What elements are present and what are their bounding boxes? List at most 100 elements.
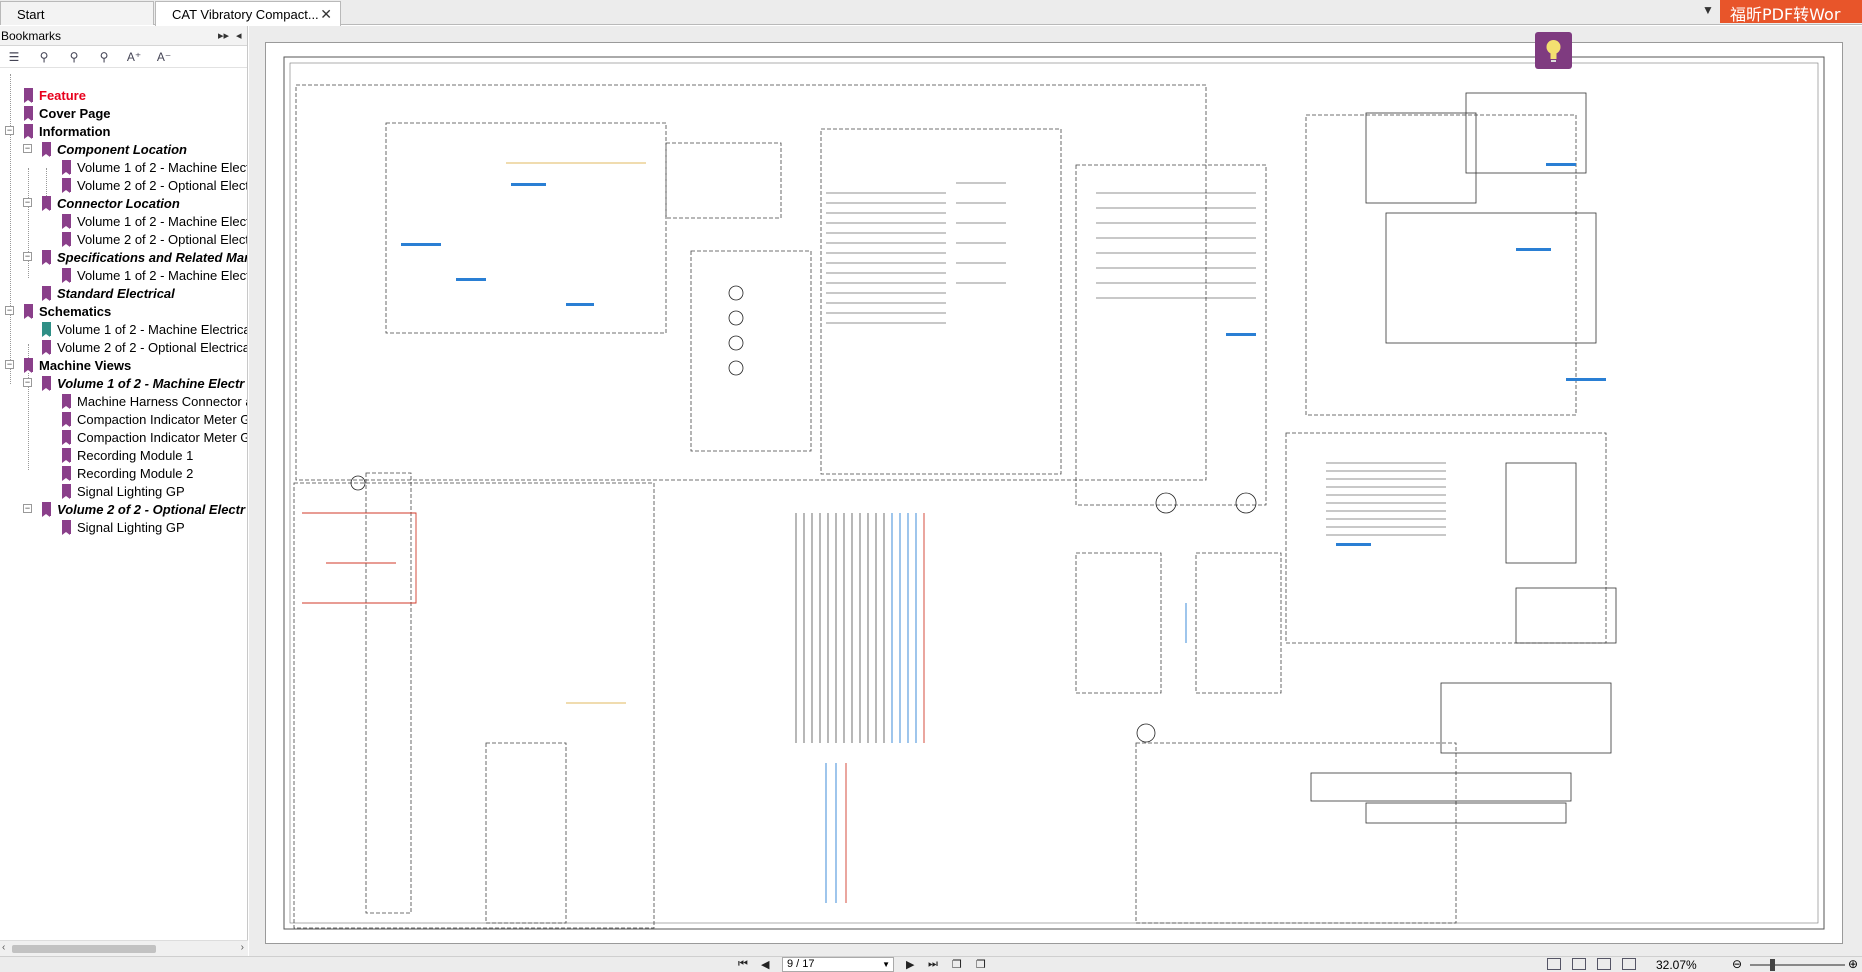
scroll-left-icon[interactable]: ‹ bbox=[2, 942, 5, 953]
tab-document-label: CAT Vibratory Compact... bbox=[172, 7, 319, 22]
bookmark-icon bbox=[62, 232, 71, 247]
bookmark-connector-vol2[interactable]: Volume 2 of 2 - Optional Electr bbox=[62, 230, 247, 248]
bookmark-icon bbox=[24, 304, 33, 319]
bookmark-icon bbox=[62, 178, 71, 193]
horizontal-scrollbar[interactable]: ‹ › bbox=[0, 940, 248, 956]
bookmark-icon bbox=[62, 448, 71, 463]
increase-font-icon[interactable]: A⁺ bbox=[126, 49, 142, 65]
bookmark-icon bbox=[62, 484, 71, 499]
collapse-toggle-icon[interactable]: − bbox=[23, 198, 32, 207]
collapse-panel-icon[interactable]: ◂ bbox=[236, 29, 242, 42]
bookmark-icon bbox=[42, 286, 51, 301]
collapse-toggle-icon[interactable]: − bbox=[23, 378, 32, 387]
bookmark-icon bbox=[62, 412, 71, 427]
bookmark-icon bbox=[62, 394, 71, 409]
bookmark-information[interactable]: Information bbox=[24, 122, 111, 140]
expand-bookmark-icon[interactable]: ⚲ bbox=[36, 49, 52, 65]
bookmark-label: Volume 1 of 2 - Machine Electr bbox=[77, 213, 247, 229]
bookmark-icon bbox=[62, 268, 71, 283]
bookmark-feature[interactable]: Feature bbox=[24, 86, 86, 104]
first-page-icon[interactable]: ⏮ bbox=[738, 958, 748, 971]
facing-view-icon[interactable] bbox=[1597, 958, 1611, 970]
bookmark-recording-module-2[interactable]: Recording Module 2 bbox=[62, 464, 193, 482]
bookmark-signal-lighting-1[interactable]: Signal Lighting GP bbox=[62, 482, 185, 500]
bookmark-label: Component Location bbox=[57, 141, 187, 157]
expand-panel-icon[interactable]: ▸▸ bbox=[218, 29, 229, 42]
bookmark-connector-vol1[interactable]: Volume 1 of 2 - Machine Electr bbox=[62, 212, 247, 230]
collapse-toggle-icon[interactable]: − bbox=[23, 504, 32, 513]
collapse-toggle-icon[interactable]: − bbox=[5, 126, 14, 135]
bookmark-component-vol2[interactable]: Volume 2 of 2 - Optional Electr bbox=[62, 176, 247, 194]
document-view[interactable] bbox=[253, 26, 1862, 956]
zoom-in-icon[interactable]: ⊕ bbox=[1848, 957, 1858, 971]
bookmark-standard-electrical[interactable]: Standard Electrical bbox=[42, 284, 175, 302]
collapse-toggle-icon[interactable]: − bbox=[5, 306, 14, 315]
bookmark-icon bbox=[42, 322, 51, 337]
bookmark-signal-lighting-2[interactable]: Signal Lighting GP bbox=[62, 518, 185, 536]
continuous-facing-view-icon[interactable] bbox=[1622, 958, 1636, 970]
next-page-icon[interactable]: ▶ bbox=[906, 958, 914, 971]
tab-document[interactable]: CAT Vibratory Compact... ✕ bbox=[155, 1, 341, 26]
bookmark-schematics-vol1[interactable]: Volume 1 of 2 - Machine Electrical bbox=[42, 320, 247, 338]
bookmark-specifications[interactable]: Specifications and Related Mar bbox=[42, 248, 247, 266]
chevron-down-icon[interactable]: ▼ bbox=[882, 958, 890, 971]
bookmark-label: Specifications and Related Mar bbox=[57, 249, 247, 265]
bookmark-specifications-vol1[interactable]: Volume 1 of 2 - Machine Electr bbox=[62, 266, 247, 284]
bookmark-label: Connector Location bbox=[57, 195, 180, 211]
schematic-page bbox=[265, 42, 1843, 944]
close-icon[interactable]: ✕ bbox=[320, 6, 332, 23]
tab-start-label: Start bbox=[17, 7, 45, 22]
zoom-out-icon[interactable]: ⊖ bbox=[1732, 957, 1742, 971]
previous-page-icon[interactable]: ◀ bbox=[761, 958, 769, 971]
bookmark-schematics[interactable]: Schematics bbox=[24, 302, 111, 320]
bookmark-views-vol1[interactable]: Volume 1 of 2 - Machine Electr bbox=[42, 374, 244, 392]
bookmark-schematics-vol2[interactable]: Volume 2 of 2 - Optional Electrical bbox=[42, 338, 247, 356]
zoom-slider[interactable] bbox=[1750, 964, 1845, 966]
page-number-value: 9 / 17 bbox=[787, 958, 815, 970]
bookmark-label: Schematics bbox=[39, 303, 112, 319]
ad-banner[interactable]: 福昕PDF转Wor bbox=[1720, 0, 1862, 23]
collapse-toggle-icon[interactable]: − bbox=[23, 144, 32, 153]
copy-page-icon[interactable]: ❐ bbox=[952, 958, 962, 971]
bookmark-icon bbox=[24, 88, 33, 103]
bookmark-label: Information bbox=[39, 123, 111, 139]
last-page-icon[interactable]: ⏭ bbox=[928, 958, 938, 971]
collapse-bookmark-icon[interactable]: ⚲ bbox=[66, 49, 82, 65]
bookmarks-tree: Feature Cover Page − Information − Compo… bbox=[0, 68, 247, 928]
collapse-toggle-icon[interactable]: − bbox=[23, 252, 32, 261]
bookmark-compaction-meter-1[interactable]: Compaction Indicator Meter GP bbox=[62, 410, 247, 428]
bookmark-icon bbox=[62, 520, 71, 535]
scrollbar-thumb[interactable] bbox=[12, 945, 156, 953]
bookmark-label: Cover Page bbox=[39, 105, 111, 121]
bookmark-cover-page[interactable]: Cover Page bbox=[24, 104, 111, 122]
bookmark-icon bbox=[42, 196, 51, 211]
collapse-toggle-icon[interactable]: − bbox=[5, 360, 14, 369]
scroll-right-icon[interactable]: › bbox=[241, 942, 244, 953]
bookmark-label: Volume 2 of 2 - Optional Electr bbox=[77, 177, 247, 193]
find-bookmark-icon[interactable]: ⚲ bbox=[96, 49, 112, 65]
bookmarks-title: Bookmarks bbox=[1, 29, 62, 43]
bookmark-icon bbox=[42, 340, 51, 355]
bookmark-recording-module-1[interactable]: Recording Module 1 bbox=[62, 446, 193, 464]
bookmark-icon bbox=[62, 214, 71, 229]
bookmark-options-icon[interactable]: ☰ bbox=[6, 49, 22, 65]
lightbulb-icon[interactable] bbox=[1535, 32, 1572, 69]
decrease-font-icon[interactable]: A⁻ bbox=[156, 49, 172, 65]
page-number-input[interactable]: 9 / 17 ▼ bbox=[782, 957, 894, 972]
bookmark-label: Volume 2 of 2 - Optional Electrical bbox=[57, 339, 247, 355]
bookmark-compaction-meter-2[interactable]: Compaction Indicator Meter GP bbox=[62, 428, 247, 446]
bookmark-machine-views[interactable]: Machine Views bbox=[24, 356, 131, 374]
tab-list-chevron-icon[interactable]: ▼ bbox=[1702, 3, 1714, 17]
bookmark-icon bbox=[42, 376, 51, 391]
bookmark-connector-location[interactable]: Connector Location bbox=[42, 194, 180, 212]
bookmark-component-location[interactable]: Component Location bbox=[42, 140, 187, 158]
continuous-view-icon[interactable] bbox=[1572, 958, 1586, 970]
bookmark-component-vol1[interactable]: Volume 1 of 2 - Machine Electr bbox=[62, 158, 247, 176]
bookmark-harness-connector[interactable]: Machine Harness Connector an bbox=[62, 392, 247, 410]
single-page-view-icon[interactable] bbox=[1547, 958, 1561, 970]
bookmark-label: Volume 1 of 2 - Machine Electrical bbox=[57, 321, 247, 337]
paste-page-icon[interactable]: ❐ bbox=[976, 958, 986, 971]
zoom-slider-thumb[interactable] bbox=[1770, 959, 1775, 971]
tab-start[interactable]: Start bbox=[0, 1, 154, 25]
bookmark-views-vol2[interactable]: Volume 2 of 2 - Optional Electr bbox=[42, 500, 245, 518]
